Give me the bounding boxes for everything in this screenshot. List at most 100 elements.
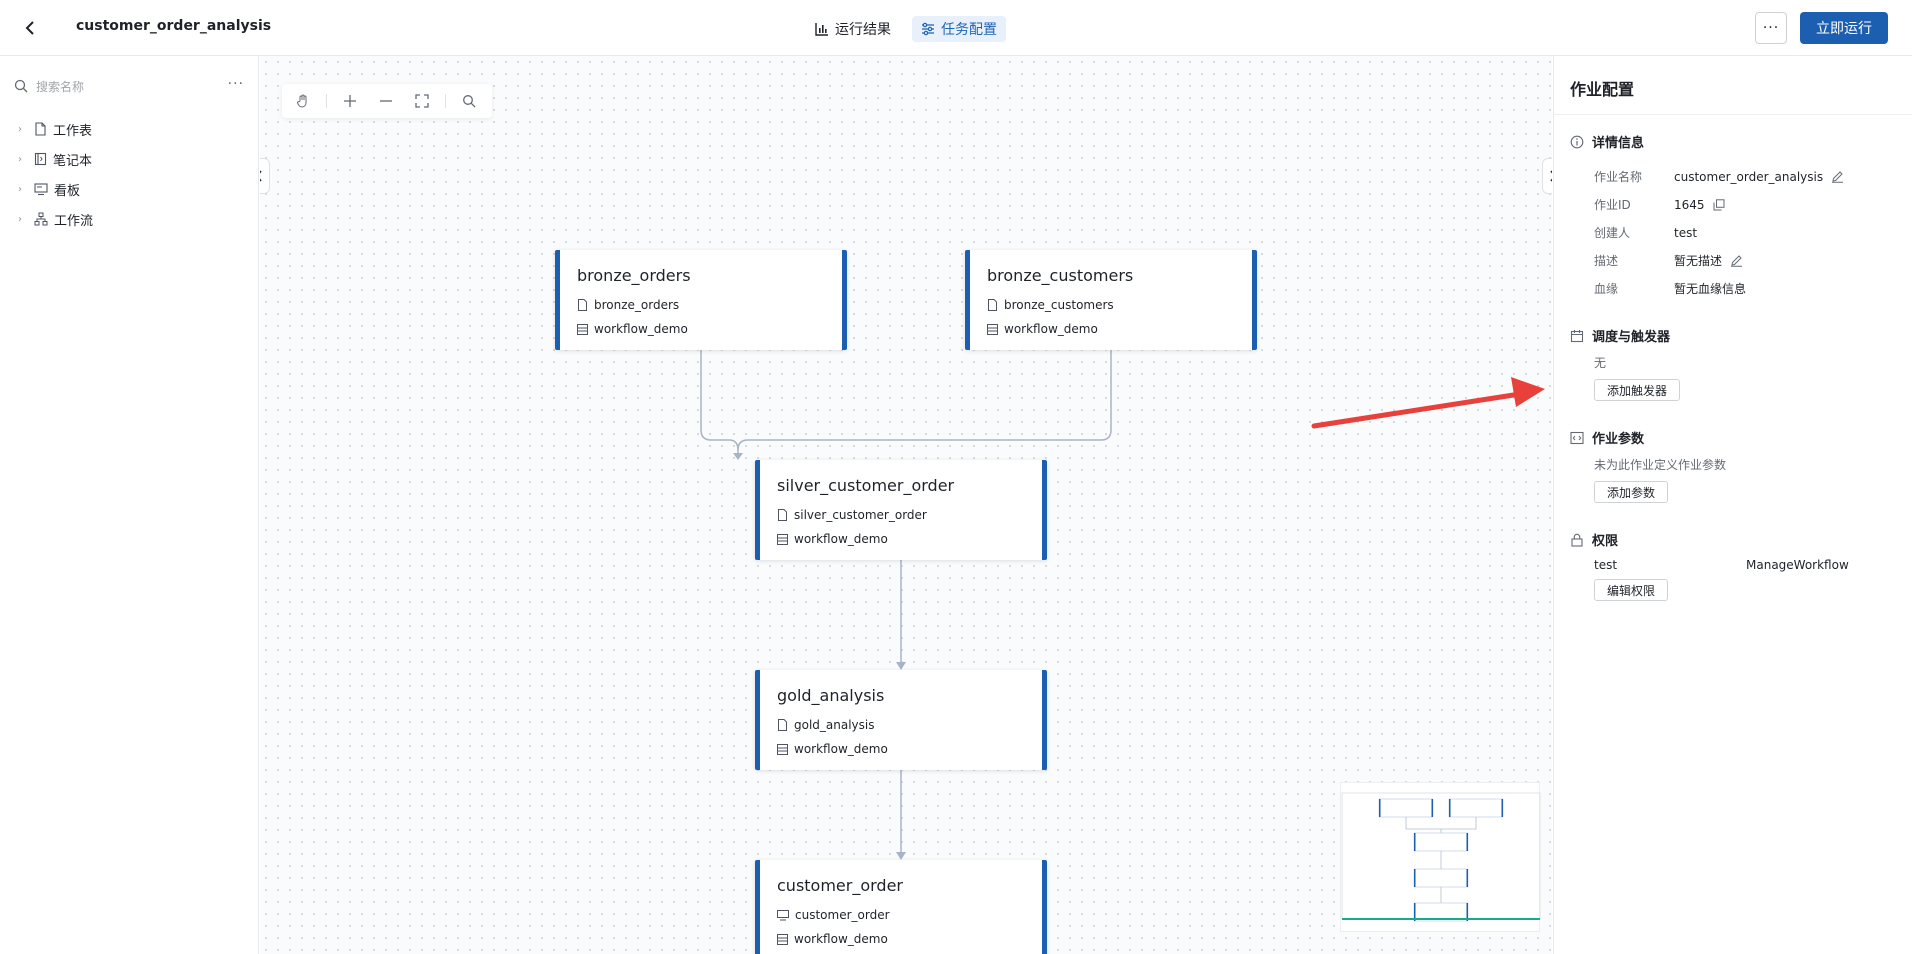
node-schema-row: workflow_demo <box>577 322 688 336</box>
add-param-button[interactable]: 添加参数 <box>1594 481 1669 503</box>
node-title: silver_customer_order <box>777 476 955 495</box>
tree-item-workflow[interactable]: › 工作流 <box>18 204 93 234</box>
edit-icon[interactable] <box>1831 170 1844 183</box>
tree-item-label: 工作流 <box>54 213 94 229</box>
tree-item-label: 工作表 <box>53 123 93 139</box>
tab-task-config[interactable]: 任务配置 <box>912 16 1006 42</box>
detail-value: 暂无血缘信息 <box>1674 282 1747 296</box>
edge-customers-to-silver <box>737 350 1112 458</box>
notebook-icon <box>34 152 47 166</box>
file-icon <box>988 299 997 311</box>
node-file: gold_analysis <box>794 718 875 732</box>
detail-key: 创建人 <box>1594 226 1631 240</box>
details-section-header: 详情信息 <box>1570 132 1644 151</box>
dag-node[interactable]: customer_order customer_order workflow_d… <box>755 860 1047 954</box>
section-title: 权限 <box>1592 534 1619 549</box>
tree-item-label: 笔记本 <box>53 153 93 169</box>
chevron-right-icon[interactable]: › <box>18 124 28 135</box>
node-schema: workflow_demo <box>794 742 888 756</box>
node-file: silver_customer_order <box>794 508 927 522</box>
detail-row-job-name: 作业名称 customer_order_analysis <box>1594 168 1844 185</box>
node-file-row: silver_customer_order <box>777 508 927 522</box>
database-icon <box>777 743 788 755</box>
search-icon <box>14 79 28 93</box>
detail-key: 作业名称 <box>1594 170 1643 184</box>
edge-orders-to-silver <box>700 350 739 451</box>
detail-row-creator: 创建人 test <box>1594 224 1697 241</box>
node-file: customer_order <box>795 908 890 922</box>
dag-node[interactable]: bronze_orders bronze_orders workflow_dem… <box>555 250 847 350</box>
node-schema-row: workflow_demo <box>777 932 888 946</box>
node-schema-row: workflow_demo <box>777 532 888 546</box>
dag-node[interactable]: bronze_customers bronze_customers workfl… <box>965 250 1257 350</box>
view-tabs: 运行结果 任务配置 <box>806 16 1006 42</box>
search-box[interactable]: 搜索名称 ··· <box>14 76 244 96</box>
tree-item-notebook[interactable]: › 笔记本 <box>18 144 93 174</box>
detail-key: 描述 <box>1594 254 1619 268</box>
tree-item-dashboard[interactable]: › 看板 <box>18 174 93 204</box>
detail-row-lineage: 血缘 暂无血缘信息 <box>1594 280 1746 297</box>
add-trigger-button[interactable]: 添加触发器 <box>1594 379 1681 401</box>
section-title: 作业参数 <box>1592 432 1645 447</box>
chevron-right-icon[interactable]: › <box>18 184 28 195</box>
node-title: bronze_orders <box>577 266 691 285</box>
bar-chart-icon <box>815 23 828 36</box>
more-icon[interactable]: ··· <box>228 76 244 92</box>
arrowhead <box>896 662 906 670</box>
permission-user: test <box>1594 558 1618 572</box>
minimap-graph <box>1341 792 1541 922</box>
code-icon <box>1570 431 1584 444</box>
job-config-panel: 作业配置 详情信息 作业名称 customer_order_analysis 作… <box>1553 56 1912 954</box>
params-empty-text: 未为此作业定义作业参数 <box>1594 458 1727 472</box>
schedule-section-header: 调度与触发器 <box>1570 326 1670 345</box>
permissions-section-header: 权限 <box>1570 530 1618 549</box>
panel-title: 作业配置 <box>1570 80 1635 99</box>
dag-node[interactable]: silver_customer_order silver_customer_or… <box>755 460 1047 560</box>
file-icon <box>778 509 787 521</box>
detail-row-description: 描述 暂无描述 <box>1594 252 1743 269</box>
node-schema-row: workflow_demo <box>987 322 1098 336</box>
node-title: gold_analysis <box>777 686 885 705</box>
chevron-right-icon[interactable]: › <box>18 154 28 165</box>
dashboard-icon <box>34 183 48 196</box>
database-icon <box>577 323 588 335</box>
node-file: bronze_orders <box>594 298 680 312</box>
node-schema: workflow_demo <box>794 932 888 946</box>
detail-value: customer_order_analysis <box>1674 169 1824 184</box>
detail-value: 1645 <box>1674 197 1705 212</box>
node-schema: workflow_demo <box>794 532 888 546</box>
workflow-icon <box>34 212 48 226</box>
chevron-left-icon <box>25 21 34 35</box>
tree-item-worksheet[interactable]: › 工作表 <box>18 114 93 144</box>
node-file: bronze_customers <box>1004 298 1114 312</box>
detail-row-job-id: 作业ID 1645 <box>1594 196 1725 213</box>
node-file-row: bronze_orders <box>577 298 679 312</box>
detail-value: 暂无描述 <box>1674 254 1723 268</box>
arrowhead <box>733 453 743 460</box>
edit-permissions-button[interactable]: 编辑权限 <box>1594 579 1669 601</box>
tab-label: 运行结果 <box>835 22 891 38</box>
dashboard-icon <box>777 909 789 920</box>
workflow-canvas[interactable]: bronze_orders bronze_orders workflow_dem… <box>260 56 1552 954</box>
dag-node[interactable]: gold_analysis gold_analysis workflow_dem… <box>755 670 1047 770</box>
detail-value: test <box>1674 225 1698 240</box>
copy-icon[interactable] <box>1713 198 1725 211</box>
tab-run-results[interactable]: 运行结果 <box>806 16 900 42</box>
lock-icon <box>1571 533 1583 547</box>
divider <box>1554 114 1912 115</box>
schedule-empty-text: 无 <box>1594 356 1607 370</box>
edit-icon[interactable] <box>1730 254 1743 267</box>
file-icon <box>778 719 787 731</box>
node-schema-row: workflow_demo <box>777 742 888 756</box>
more-button[interactable]: ··· <box>1755 12 1787 44</box>
run-now-button[interactable]: 立即运行 <box>1800 12 1888 44</box>
detail-key: 作业ID <box>1594 198 1631 212</box>
search-input[interactable]: 搜索名称 <box>36 78 84 95</box>
calendar-icon <box>1570 329 1584 342</box>
file-icon <box>578 299 587 311</box>
params-section-header: 作业参数 <box>1570 428 1644 447</box>
back-button[interactable] <box>18 16 42 40</box>
node-title: bronze_customers <box>987 266 1134 285</box>
chevron-right-icon[interactable]: › <box>18 214 28 225</box>
minimap[interactable] <box>1340 782 1541 932</box>
